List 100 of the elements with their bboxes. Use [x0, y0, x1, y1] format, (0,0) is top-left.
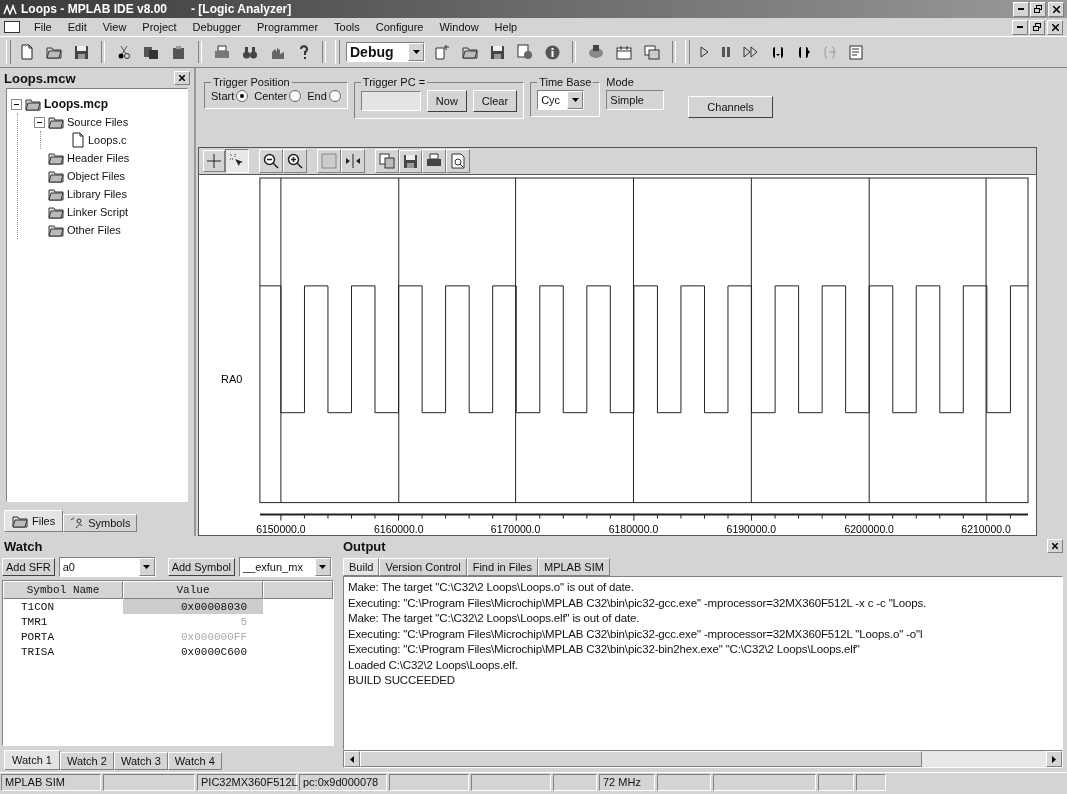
c-file-icon[interactable]	[71, 132, 85, 148]
symbols-icon[interactable]	[70, 517, 85, 529]
close-icon[interactable]	[1052, 5, 1060, 13]
folder-icon[interactable]	[48, 223, 64, 237]
copy-icon[interactable]	[143, 44, 159, 60]
channels-button[interactable]: Channels	[688, 96, 773, 118]
value-cell[interactable]: 0x0000C600	[123, 644, 263, 659]
pause-icon[interactable]	[721, 46, 731, 58]
close-icon[interactable]	[179, 75, 185, 81]
close-icon[interactable]	[1052, 543, 1058, 549]
horizontal-scrollbar[interactable]	[343, 750, 1063, 768]
watch-tab[interactable]: Watch 2	[59, 752, 114, 770]
menu-item[interactable]: Project	[140, 21, 179, 33]
expand-toggle[interactable]	[34, 116, 45, 128]
document-minimize-button[interactable]	[1012, 19, 1028, 35]
restore-icon[interactable]	[1033, 23, 1041, 31]
tree-item[interactable]: Source Files	[67, 116, 129, 128]
run-icon[interactable]	[699, 46, 709, 58]
menu-item[interactable]: Window	[437, 21, 481, 33]
output-tab[interactable]: MPLAB SIM	[538, 558, 610, 576]
help-icon[interactable]	[298, 44, 310, 60]
print-preview-icon[interactable]	[450, 153, 466, 170]
add-symbol-button[interactable]: Add Symbol	[167, 558, 235, 576]
menu-item[interactable]: Configure	[373, 21, 426, 33]
open-project-icon[interactable]	[462, 45, 478, 59]
open-folder-icon[interactable]	[46, 45, 62, 59]
radio-button[interactable]	[236, 90, 249, 102]
cursor-split-icon[interactable]	[345, 153, 361, 170]
close-button[interactable]	[1047, 539, 1063, 553]
new-project-icon[interactable]	[434, 44, 450, 60]
dropdown-arrow-icon[interactable]	[412, 50, 420, 54]
trigger-pc-field[interactable]	[360, 91, 421, 111]
info-icon[interactable]	[545, 44, 560, 60]
sfr-dropdown[interactable]: a0	[58, 557, 156, 577]
folder-icon[interactable]	[48, 151, 64, 165]
window-restore-button[interactable]	[1030, 1, 1046, 17]
document-close-button[interactable]	[1047, 19, 1063, 35]
crosshair-icon[interactable]	[207, 154, 221, 169]
column-header[interactable]: Value	[123, 581, 263, 599]
window-close-button[interactable]	[1048, 1, 1064, 17]
scroll-left-icon[interactable]	[350, 755, 354, 763]
close-icon[interactable]	[1051, 23, 1059, 31]
tree-item[interactable]: Header Files	[67, 152, 130, 164]
output-tab[interactable]: Find in Files	[466, 558, 538, 576]
radio-option[interactable]: Start	[211, 90, 249, 102]
folder-icon[interactable]	[48, 187, 64, 201]
time-base-dropdown[interactable]: Cyc	[537, 90, 585, 110]
tree-item[interactable]: Library Files	[67, 188, 127, 200]
save-project-icon[interactable]	[490, 44, 505, 60]
tree-item[interactable]: Other Files	[67, 224, 121, 236]
dropdown-arrow-icon[interactable]	[319, 565, 327, 569]
document-restore-button[interactable]	[1029, 19, 1045, 35]
paste-icon[interactable]	[171, 44, 186, 60]
tree-item[interactable]: Loops.c	[88, 134, 127, 146]
tree-item[interactable]: Loops.mcp	[44, 97, 108, 111]
menu-item[interactable]: Programmer	[254, 21, 321, 33]
column-header[interactable]: Symbol Name	[3, 581, 123, 599]
reset-icon[interactable]	[849, 44, 864, 60]
cut-icon[interactable]	[117, 44, 131, 60]
scroll-right-icon[interactable]	[1052, 755, 1056, 763]
output-tab[interactable]: Build	[343, 558, 380, 576]
menu-item[interactable]: View	[100, 21, 129, 33]
menu-item[interactable]: Tools	[332, 21, 362, 33]
clear-button[interactable]: Clear	[472, 90, 518, 112]
expand-toggle[interactable]	[11, 98, 22, 110]
calendar-icon[interactable]	[616, 44, 632, 60]
panel-tab[interactable]: Files	[4, 510, 64, 532]
save-icon[interactable]	[74, 44, 89, 60]
binoculars-icon[interactable]	[242, 44, 258, 60]
close-button[interactable]	[174, 71, 190, 85]
add-sfr-button[interactable]: Add SFR	[2, 558, 55, 576]
save-icon[interactable]	[403, 153, 418, 169]
radio-option[interactable]: Center	[254, 90, 302, 102]
restore-icon[interactable]	[1034, 5, 1042, 13]
radio-option[interactable]: End	[307, 90, 341, 102]
copy-icon[interactable]	[379, 153, 395, 170]
window-minimize-button[interactable]	[1013, 1, 1029, 17]
value-cell[interactable]: 0x00008030	[123, 599, 263, 614]
now-button[interactable]: Now	[426, 90, 467, 112]
animate-icon[interactable]	[743, 46, 759, 58]
document-menu-icon[interactable]	[4, 21, 20, 33]
step-into-icon[interactable]	[771, 44, 785, 60]
folder-icon[interactable]	[48, 115, 64, 129]
dropdown-arrow-icon[interactable]	[571, 98, 579, 102]
symbol-dropdown[interactable]: __exfun_mx	[238, 557, 332, 577]
menu-item[interactable]: Edit	[65, 21, 89, 33]
windows-icon[interactable]	[644, 44, 660, 60]
radio-button[interactable]	[289, 90, 302, 102]
menu-item[interactable]: Debugger	[190, 21, 243, 33]
tree-item[interactable]: Object Files	[67, 170, 126, 182]
radio-button[interactable]	[328, 90, 341, 102]
new-file-icon[interactable]	[20, 44, 34, 60]
dropdown-arrow-icon[interactable]	[143, 565, 151, 569]
step-over-icon[interactable]	[797, 44, 811, 60]
configuration-dropdown[interactable]: Debug	[346, 42, 425, 62]
watch-tab[interactable]: Watch 3	[113, 752, 168, 770]
folder-icon[interactable]	[12, 514, 28, 528]
watch-tab[interactable]: Watch 1	[4, 750, 60, 770]
zoom-in-icon[interactable]	[287, 153, 303, 170]
watch-tab[interactable]: Watch 4	[167, 752, 222, 770]
